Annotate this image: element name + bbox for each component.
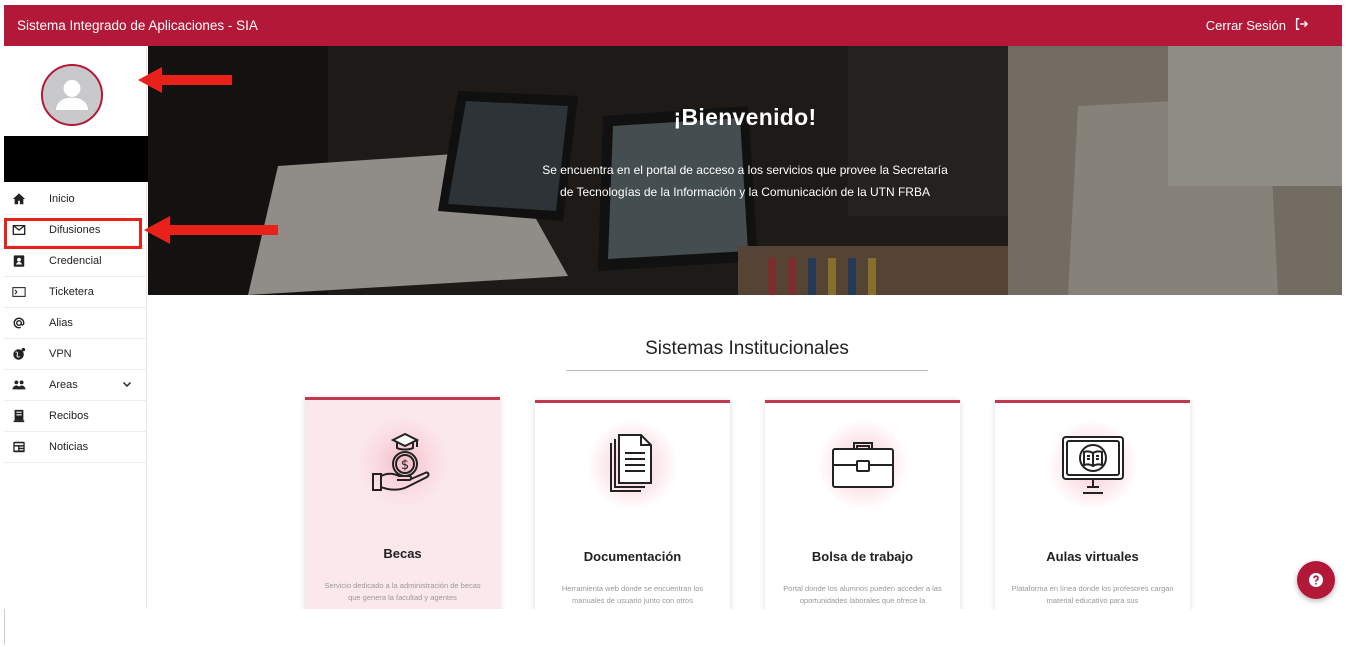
- sidebar-item-label: Areas: [49, 379, 78, 391]
- card-title: Bolsa de trabajo: [811, 549, 914, 564]
- chevron-down-icon[interactable]: [121, 378, 133, 390]
- briefcase-icon: [831, 442, 894, 488]
- sidebar-item-label: Noticias: [49, 441, 89, 453]
- top-bar: Sistema Integrado de Aplicaciones - SIA …: [4, 5, 1342, 46]
- ticket-icon: [11, 284, 27, 300]
- card-title: Aulas virtuales: [1046, 549, 1139, 564]
- card-becas[interactable]: $ Becas Servicio dedicado a la administr…: [305, 397, 500, 612]
- section-divider: [566, 370, 928, 371]
- card-title: Becas: [383, 546, 422, 561]
- sidebar-item-label: Credencial: [49, 255, 102, 267]
- receipt-icon: [11, 408, 27, 424]
- redacted-user-name: [4, 136, 166, 182]
- people-icon: [11, 377, 27, 393]
- section-title: Sistemas Institucionales: [645, 338, 849, 359]
- page-edge-line: [4, 609, 5, 645]
- home-icon: [11, 191, 27, 207]
- logout-icon: [1294, 17, 1309, 34]
- sidebar-item-credencial[interactable]: Credencial: [4, 246, 147, 277]
- card-title: Documentación: [583, 549, 682, 564]
- at-icon: [11, 315, 27, 331]
- sidebar-item-label: VPN: [49, 348, 72, 360]
- sidebar-item-areas[interactable]: Areas: [4, 370, 147, 401]
- card-bolsa-de-trabajo[interactable]: Bolsa de trabajo Portal donde los alumno…: [765, 400, 960, 615]
- mail-icon: [11, 222, 27, 238]
- app-title: Sistema Integrado de Aplicaciones - SIA: [17, 18, 258, 33]
- sidebar-item-label: Alias: [49, 317, 73, 329]
- sidebar-item-alias[interactable]: Alias: [4, 308, 147, 339]
- news-icon: [11, 439, 27, 455]
- page-bottom-area: [0, 609, 1346, 647]
- sidebar-item-recibos[interactable]: Recibos: [4, 401, 147, 432]
- help-button[interactable]: [1297, 561, 1335, 599]
- sidebar-nav: Inicio Difusiones Credencial Ticketera A…: [4, 184, 147, 463]
- card-description: Servicio dedicado a la administración de…: [324, 581, 481, 602]
- card-documentacion[interactable]: Documentación Herramienta web donde se e…: [535, 400, 730, 615]
- card-aulas-virtuales[interactable]: Aulas virtuales Plataforma en línea dond…: [995, 400, 1190, 615]
- sidebar-item-difusiones[interactable]: Difusiones: [4, 215, 147, 246]
- card-description: Plataforma en línea donde los profesores…: [1011, 584, 1174, 605]
- documents-icon: [609, 434, 652, 492]
- welcome-banner: ¡Bienvenido! Se encuentra en el portal d…: [148, 46, 1342, 295]
- sidebar-item-inicio[interactable]: Inicio: [4, 184, 147, 215]
- sidebar-item-label: Difusiones: [49, 224, 101, 236]
- welcome-title: ¡Bienvenido!: [673, 104, 817, 130]
- sidebar-item-label: Inicio: [49, 193, 75, 205]
- sidebar-item-label: Recibos: [49, 410, 89, 422]
- welcome-text: Se encuentra en el portal de acceso a lo…: [542, 163, 948, 199]
- globe-icon: [11, 346, 27, 362]
- logout-label: Cerrar Sesión: [1205, 18, 1286, 33]
- id-card-icon: [11, 253, 27, 269]
- help-icon: [1309, 573, 1323, 587]
- virtual-classroom-icon: [1061, 436, 1124, 494]
- user-avatar-icon[interactable]: [41, 64, 103, 126]
- sidebar-item-label: Ticketera: [49, 286, 94, 298]
- scholarship-icon: $: [371, 432, 429, 491]
- sidebar-item-ticketera[interactable]: Ticketera: [4, 277, 147, 308]
- sidebar-item-vpn[interactable]: VPN: [4, 339, 147, 370]
- sidebar-item-noticias[interactable]: Noticias: [4, 432, 147, 463]
- logout-button[interactable]: Cerrar Sesión: [1205, 17, 1309, 34]
- card-description: Herramienta web donde se encuentran los …: [561, 584, 704, 605]
- card-description: Portal donde los alumnos pueden acceder …: [783, 584, 942, 605]
- svg-text:$: $: [400, 458, 408, 473]
- sidebar: Inicio Difusiones Credencial Ticketera A…: [4, 46, 166, 609]
